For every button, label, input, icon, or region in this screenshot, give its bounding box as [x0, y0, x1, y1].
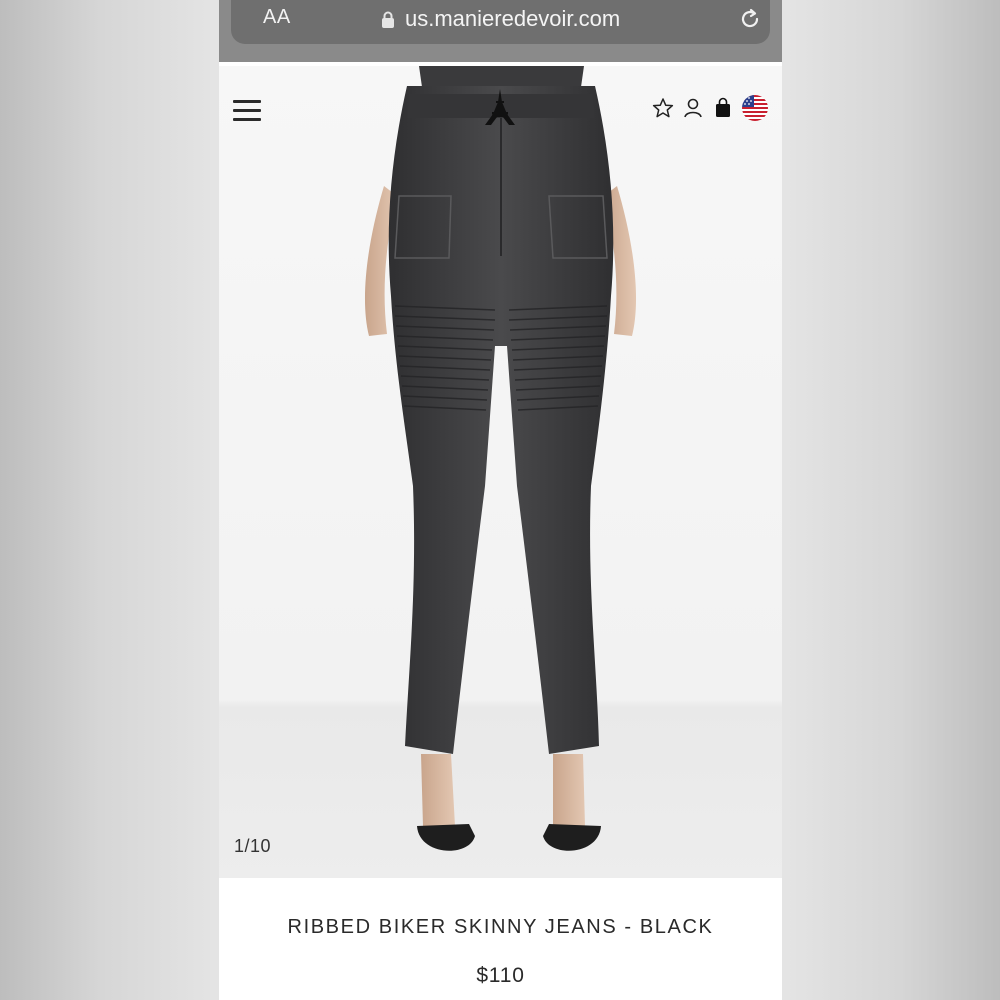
product-image[interactable]: 1/10: [219, 66, 782, 878]
product-title: RIBBED BIKER SKINNY JEANS - BLACK: [287, 916, 714, 938]
user-icon[interactable]: [682, 97, 704, 119]
phone-screen: AA us.manieredevoir.com 1/10 RIBBED BIKE…: [219, 0, 782, 1000]
hamburger-menu-icon[interactable]: [233, 100, 261, 122]
text-size-button[interactable]: AA: [263, 6, 291, 29]
bag-icon[interactable]: [712, 97, 734, 119]
address-bar[interactable]: AA us.manieredevoir.com: [231, 0, 770, 44]
eiffel-tower-logo[interactable]: [483, 88, 517, 126]
image-counter: 1/10: [234, 836, 272, 856]
us-flag-icon[interactable]: [742, 95, 768, 121]
product-price: $110: [476, 964, 525, 987]
star-icon[interactable]: [652, 97, 674, 119]
lock-icon: [382, 11, 394, 28]
header-icons: [652, 94, 768, 122]
reload-icon[interactable]: [737, 6, 763, 32]
browser-toolbar: AA us.manieredevoir.com: [219, 0, 782, 62]
jeans-photo: [364, 66, 637, 851]
url-text[interactable]: us.manieredevoir.com: [405, 6, 620, 32]
